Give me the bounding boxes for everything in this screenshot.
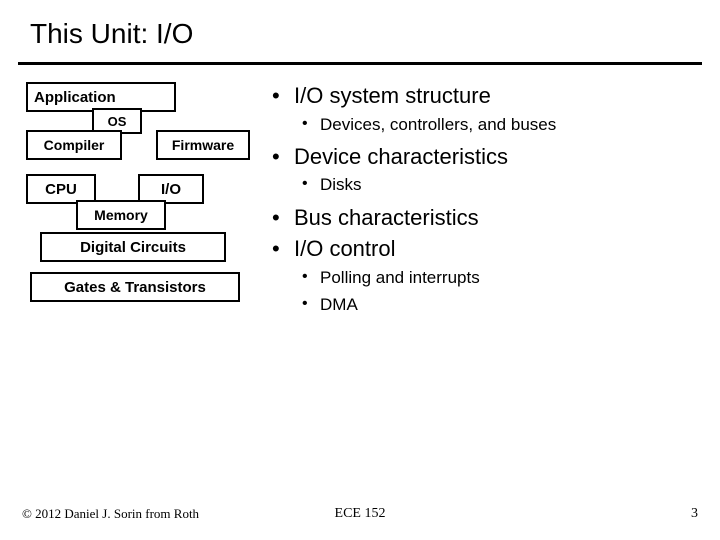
label-memory: Memory [94, 207, 148, 223]
box-firmware: Firmware [156, 130, 250, 160]
title-rule [18, 62, 702, 65]
bullet-bus-characteristics: Bus characteristics [272, 204, 702, 232]
label-application: Application [34, 89, 116, 106]
bullet-polling-interrupts: Polling and interrupts [300, 267, 702, 288]
box-memory: Memory [76, 200, 166, 230]
label-firmware: Firmware [172, 137, 234, 153]
label-gates: Gates & Transistors [64, 279, 206, 296]
label-digital: Digital Circuits [80, 239, 186, 256]
bullet-io-structure: I/O system structure [272, 82, 702, 110]
box-gates-transistors: Gates & Transistors [30, 272, 240, 302]
bullet-device-characteristics: Device characteristics [272, 143, 702, 171]
slide-title: This Unit: I/O [30, 18, 193, 50]
footer-page-number: 3 [691, 506, 698, 522]
label-cpu: CPU [45, 181, 77, 198]
box-compiler: Compiler [26, 130, 122, 160]
bullet-io-control: I/O control [272, 235, 702, 263]
bullet-disks: Disks [300, 174, 702, 195]
layer-diagram: Application OS Compiler Firmware CPU I/O… [26, 82, 250, 322]
footer-course: ECE 152 [0, 506, 720, 522]
label-os: OS [108, 114, 127, 129]
bullet-list: I/O system structure Devices, controller… [272, 82, 702, 323]
bullet-dma: DMA [300, 294, 702, 315]
box-digital-circuits: Digital Circuits [40, 232, 226, 262]
label-io: I/O [161, 181, 181, 198]
bullet-devices-controllers-buses: Devices, controllers, and buses [300, 114, 702, 135]
slide: This Unit: I/O Application OS Compiler F… [0, 0, 720, 540]
label-compiler: Compiler [44, 137, 105, 153]
